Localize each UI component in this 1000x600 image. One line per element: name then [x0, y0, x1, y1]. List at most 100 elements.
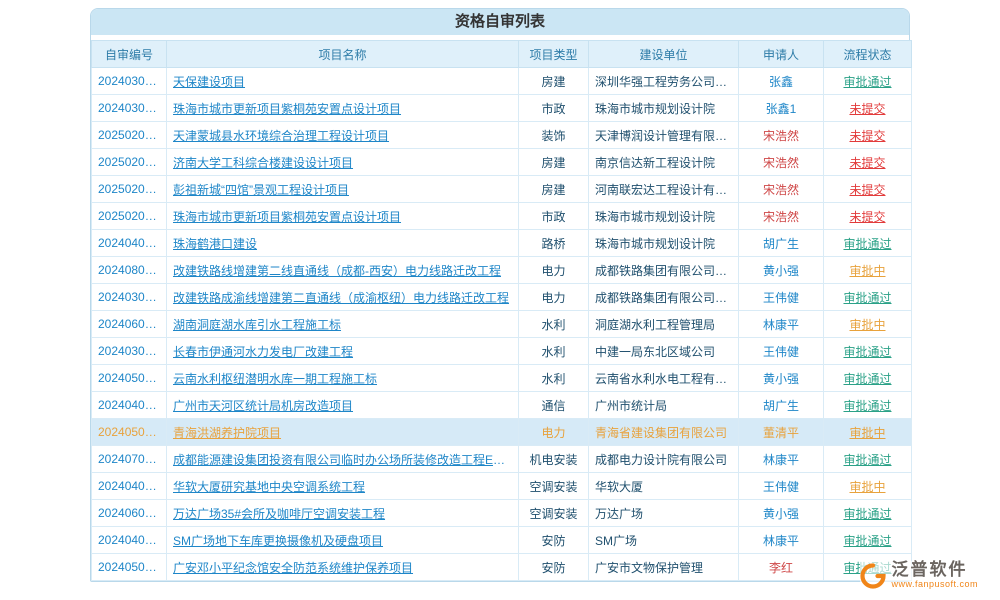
- table-row[interactable]: 20240300...长春市伊通河水力发电厂改建工程水利中建一局东北区域公司王伟…: [92, 338, 912, 365]
- table-row[interactable]: 20240600...万达广场35#会所及咖啡厅空调安装工程空调安装万达广场黄小…: [92, 500, 912, 527]
- cell-review-id[interactable]: 20250200...: [92, 203, 167, 230]
- status-link[interactable]: 审批通过: [824, 230, 912, 257]
- project-name-link[interactable]: 改建铁路成渝线增建第二直通线（成渝枢纽）电力线路迁改工程: [167, 284, 519, 311]
- cell-review-id[interactable]: 20240300...: [92, 338, 167, 365]
- project-name-link[interactable]: SM广场地下车库更换摄像机及硬盘项目: [167, 527, 519, 554]
- project-name-link[interactable]: 湖南洞庭湖水库引水工程施工标: [167, 311, 519, 338]
- table-row[interactable]: 20240400...SM广场地下车库更换摄像机及硬盘项目安防SM广场林康平审批…: [92, 527, 912, 554]
- table-row[interactable]: 20240300...改建铁路成渝线增建第二直通线（成渝枢纽）电力线路迁改工程电…: [92, 284, 912, 311]
- status-link[interactable]: 审批通过: [824, 68, 912, 95]
- cell-review-id[interactable]: 20240300...: [92, 95, 167, 122]
- applicant-link[interactable]: 董清平: [739, 419, 824, 446]
- cell-review-id[interactable]: 20250200...: [92, 122, 167, 149]
- status-link[interactable]: 审批通过: [824, 500, 912, 527]
- applicant-link[interactable]: 王伟健: [739, 284, 824, 311]
- applicant-link[interactable]: 胡广生: [739, 230, 824, 257]
- applicant-link[interactable]: 林康平: [739, 311, 824, 338]
- cell-review-id[interactable]: 20240400...: [92, 527, 167, 554]
- applicant-link[interactable]: 林康平: [739, 527, 824, 554]
- table-row[interactable]: 20250200...珠海市城市更新项目紫桐苑安置点设计项目市政珠海市城市规划设…: [92, 203, 912, 230]
- status-link[interactable]: 审批中: [824, 473, 912, 500]
- col-header-project-name[interactable]: 项目名称: [167, 41, 519, 68]
- cell-review-id[interactable]: 20250200...: [92, 176, 167, 203]
- col-header-project-type[interactable]: 项目类型: [519, 41, 589, 68]
- applicant-link[interactable]: 黄小强: [739, 257, 824, 284]
- table-row[interactable]: 20240500...青海洪湖养护院项目电力青海省建设集团有限公司董清平审批中: [92, 419, 912, 446]
- project-name-link[interactable]: 长春市伊通河水力发电厂改建工程: [167, 338, 519, 365]
- table-row[interactable]: 20240500...云南水利枢纽潜明水库一期工程施工标水利云南省水利水电工程有…: [92, 365, 912, 392]
- cell-review-id[interactable]: 20240400...: [92, 230, 167, 257]
- project-name-link[interactable]: 珠海市城市更新项目紫桐苑安置点设计项目: [167, 203, 519, 230]
- applicant-link[interactable]: 宋浩然: [739, 203, 824, 230]
- applicant-link[interactable]: 李红: [739, 554, 824, 581]
- table-row[interactable]: 20250200...济南大学工科综合楼建设设计项目房建南京信达新工程设计院宋浩…: [92, 149, 912, 176]
- cell-review-id[interactable]: 20240600...: [92, 500, 167, 527]
- table-row[interactable]: 20240400...广州市天河区统计局机房改造项目通信广州市统计局胡广生审批通…: [92, 392, 912, 419]
- table-row[interactable]: 20250200...天津蒙城县水环境综合治理工程设计项目装饰天津博润设计管理有…: [92, 122, 912, 149]
- project-name-link[interactable]: 万达广场35#会所及咖啡厅空调安装工程: [167, 500, 519, 527]
- applicant-link[interactable]: 林康平: [739, 446, 824, 473]
- cell-review-id[interactable]: 20240500...: [92, 554, 167, 581]
- col-header-construction-unit[interactable]: 建设单位: [589, 41, 739, 68]
- status-link[interactable]: 未提交: [824, 95, 912, 122]
- status-link[interactable]: 审批通过: [824, 527, 912, 554]
- project-name-link[interactable]: 广安邓小平纪念馆安全防范系统维护保养项目: [167, 554, 519, 581]
- applicant-link[interactable]: 宋浩然: [739, 122, 824, 149]
- status-link[interactable]: 审批通过: [824, 284, 912, 311]
- cell-review-id[interactable]: 20240700...: [92, 446, 167, 473]
- col-header-applicant[interactable]: 申请人: [739, 41, 824, 68]
- project-name-link[interactable]: 珠海市城市更新项目紫桐苑安置点设计项目: [167, 95, 519, 122]
- table-row[interactable]: 20240700...成都能源建设集团投资有限公司临时办公场所装修改造工程EPC…: [92, 446, 912, 473]
- applicant-link[interactable]: 王伟健: [739, 338, 824, 365]
- status-link[interactable]: 审批中: [824, 311, 912, 338]
- table-row[interactable]: 20240500...广安邓小平纪念馆安全防范系统维护保养项目安防广安市文物保护…: [92, 554, 912, 581]
- cell-review-id[interactable]: 20240600...: [92, 311, 167, 338]
- table-row[interactable]: 20240800...改建铁路线增建第二线直通线（成都-西安）电力线路迁改工程电…: [92, 257, 912, 284]
- applicant-link[interactable]: 王伟健: [739, 473, 824, 500]
- cell-review-id[interactable]: 20240500...: [92, 365, 167, 392]
- applicant-link[interactable]: 张鑫: [739, 68, 824, 95]
- col-header-process-status[interactable]: 流程状态: [824, 41, 912, 68]
- status-link[interactable]: 审批通过: [824, 365, 912, 392]
- project-name-link[interactable]: 青海洪湖养护院项目: [167, 419, 519, 446]
- cell-review-id[interactable]: 20240400...: [92, 392, 167, 419]
- applicant-link[interactable]: 宋浩然: [739, 149, 824, 176]
- cell-review-id[interactable]: 20240500...: [92, 419, 167, 446]
- table-row[interactable]: 20240300...珠海市城市更新项目紫桐苑安置点设计项目市政珠海市城市规划设…: [92, 95, 912, 122]
- project-name-link[interactable]: 成都能源建设集团投资有限公司临时办公场所装修改造工程EPC总承包项目: [167, 446, 519, 473]
- cell-review-id[interactable]: 20240300...: [92, 284, 167, 311]
- status-link[interactable]: 审批通过: [824, 446, 912, 473]
- table-row[interactable]: 20250200...彭祖新城“四馆”景观工程设计项目房建河南联宏达工程设计有限…: [92, 176, 912, 203]
- applicant-link[interactable]: 宋浩然: [739, 176, 824, 203]
- project-name-link[interactable]: 天保建设项目: [167, 68, 519, 95]
- table-row[interactable]: 20240400...华软大厦研究基地中央空调系统工程空调安装华软大厦王伟健审批…: [92, 473, 912, 500]
- status-link[interactable]: 审批通过: [824, 392, 912, 419]
- cell-review-id[interactable]: 20250200...: [92, 149, 167, 176]
- status-link[interactable]: 未提交: [824, 149, 912, 176]
- table-row[interactable]: 20240300...天保建设项目房建深圳华强工程劳务公司班组张鑫审批通过: [92, 68, 912, 95]
- status-link[interactable]: 审批通过: [824, 338, 912, 365]
- table-row[interactable]: 20240400...珠海鹤港口建设路桥珠海市城市规划设计院胡广生审批通过: [92, 230, 912, 257]
- project-name-link[interactable]: 济南大学工科综合楼建设设计项目: [167, 149, 519, 176]
- cell-review-id[interactable]: 20240300...: [92, 68, 167, 95]
- project-name-link[interactable]: 彭祖新城“四馆”景观工程设计项目: [167, 176, 519, 203]
- status-link[interactable]: 未提交: [824, 176, 912, 203]
- status-link[interactable]: 审批中: [824, 419, 912, 446]
- status-link[interactable]: 未提交: [824, 203, 912, 230]
- project-name-link[interactable]: 华软大厦研究基地中央空调系统工程: [167, 473, 519, 500]
- project-name-link[interactable]: 天津蒙城县水环境综合治理工程设计项目: [167, 122, 519, 149]
- project-name-link[interactable]: 广州市天河区统计局机房改造项目: [167, 392, 519, 419]
- project-name-link[interactable]: 云南水利枢纽潜明水库一期工程施工标: [167, 365, 519, 392]
- status-link[interactable]: 审批中: [824, 257, 912, 284]
- status-link[interactable]: 未提交: [824, 122, 912, 149]
- applicant-link[interactable]: 张鑫1: [739, 95, 824, 122]
- project-name-link[interactable]: 改建铁路线增建第二线直通线（成都-西安）电力线路迁改工程: [167, 257, 519, 284]
- col-header-review-id[interactable]: 自审编号: [92, 41, 167, 68]
- table-row[interactable]: 20240600...湖南洞庭湖水库引水工程施工标水利洞庭湖水利工程管理局林康平…: [92, 311, 912, 338]
- cell-review-id[interactable]: 20240400...: [92, 473, 167, 500]
- applicant-link[interactable]: 黄小强: [739, 500, 824, 527]
- applicant-link[interactable]: 胡广生: [739, 392, 824, 419]
- cell-review-id[interactable]: 20240800...: [92, 257, 167, 284]
- applicant-link[interactable]: 黄小强: [739, 365, 824, 392]
- project-name-link[interactable]: 珠海鹤港口建设: [167, 230, 519, 257]
